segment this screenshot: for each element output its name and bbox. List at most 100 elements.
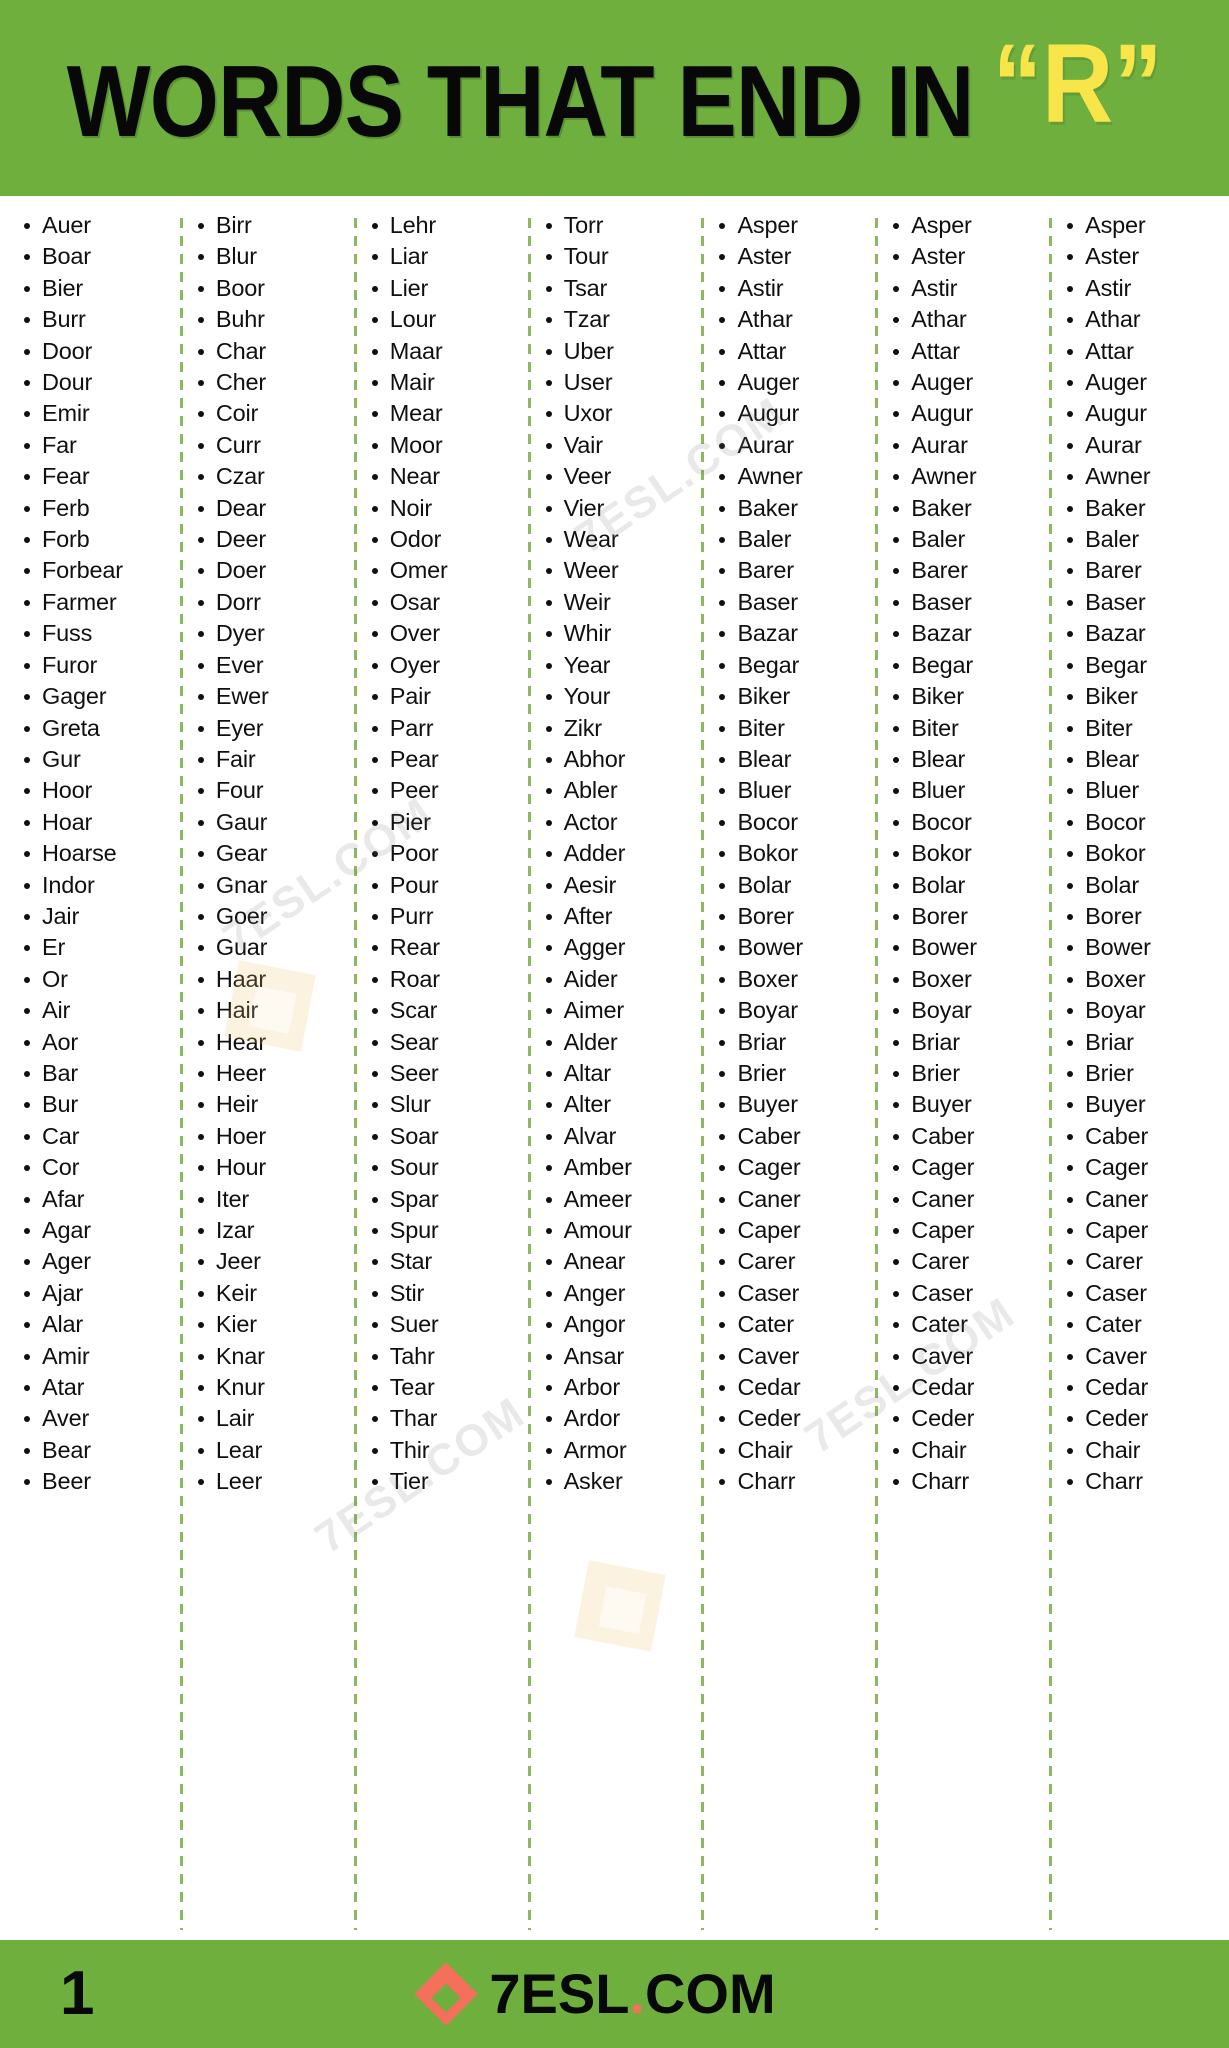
word-list-item: Iter: [194, 1184, 354, 1215]
word-list-item: Omer: [368, 555, 528, 586]
word-list-item: Pier: [368, 807, 528, 838]
word-list-item: Brier: [889, 1058, 1049, 1089]
word-list: Birr Blur Boor Buhr Char Cher Coir Curr Czar Dear…: [194, 210, 354, 1498]
word-list-item: Biter: [889, 713, 1049, 744]
word-column-2: Birr Blur Boor Buhr Char Cher Coir Curr Czar Dear…: [179, 210, 354, 1936]
word-list-item: Cedar: [1063, 1372, 1223, 1403]
word-list-item: Briar: [889, 1027, 1049, 1058]
word-list-item: Aver: [20, 1403, 180, 1434]
word-list-item: Poor: [368, 838, 528, 869]
word-list-item: Actor: [542, 807, 702, 838]
word-list-item: Tsar: [542, 273, 702, 304]
word-list-item: Cager: [1063, 1152, 1223, 1183]
word-list-item: Lour: [368, 304, 528, 335]
word-list-item: Baser: [1063, 587, 1223, 618]
word-list-item: Bazar: [715, 618, 875, 649]
word-list-item: Briar: [1063, 1027, 1223, 1058]
word-list-item: Ever: [194, 650, 354, 681]
word-list-item: Knur: [194, 1372, 354, 1403]
word-list-item: Alar: [20, 1309, 180, 1340]
word-list-item: Atar: [20, 1372, 180, 1403]
word-list-item: Chair: [1063, 1435, 1223, 1466]
word-list-item: Mair: [368, 367, 528, 398]
word-list-item: Ameer: [542, 1184, 702, 1215]
word-list-item: Adder: [542, 838, 702, 869]
word-list-item: Uber: [542, 336, 702, 367]
word-list-item: Charr: [889, 1466, 1049, 1497]
word-list-item: Hoar: [20, 807, 180, 838]
word-list-item: Anear: [542, 1246, 702, 1277]
word-list-item: Asper: [889, 210, 1049, 241]
word-list-item: Bazar: [1063, 618, 1223, 649]
word-list-item: Astir: [889, 273, 1049, 304]
word-list-item: Chair: [715, 1435, 875, 1466]
word-list-item: Gnar: [194, 870, 354, 901]
word-list-item: Bolar: [715, 870, 875, 901]
word-list-item: Fair: [194, 744, 354, 775]
word-list-item: Tier: [368, 1466, 528, 1497]
word-list-item: Athar: [1063, 304, 1223, 335]
word-list-item: Birr: [194, 210, 354, 241]
word-list: Asper Aster Astir Athar Attar Auger Augur Aurar…: [1063, 210, 1223, 1498]
word-list-item: Caber: [889, 1121, 1049, 1152]
word-list-item: Bower: [715, 932, 875, 963]
word-list-item: Borer: [715, 901, 875, 932]
word-list-item: Begar: [1063, 650, 1223, 681]
word-list-item: Spar: [368, 1184, 528, 1215]
word-list-item: Four: [194, 775, 354, 806]
word-list-item: Forb: [20, 524, 180, 555]
word-list-item: Leer: [194, 1466, 354, 1497]
word-list-item: Borer: [1063, 901, 1223, 932]
word-list-item: Osar: [368, 587, 528, 618]
word-list-item: Hour: [194, 1152, 354, 1183]
word-list-item: Chair: [889, 1435, 1049, 1466]
word-list-item: Pour: [368, 870, 528, 901]
word-column-6: Asper Aster Astir Athar Attar Auger Augur Aurar…: [875, 210, 1049, 1936]
word-list-item: Ceder: [715, 1403, 875, 1434]
word-list-item: Er: [20, 932, 180, 963]
word-list-item: Furor: [20, 650, 180, 681]
word-list-item: Biter: [715, 713, 875, 744]
word-list-item: Cater: [1063, 1309, 1223, 1340]
word-list-item: Agar: [20, 1215, 180, 1246]
word-list-item: Anger: [542, 1278, 702, 1309]
word-list-item: Tear: [368, 1372, 528, 1403]
word-list-item: Wear: [542, 524, 702, 555]
word-list-item: Stir: [368, 1278, 528, 1309]
word-list: Asper Aster Astir Athar Attar Auger Augur Aurar…: [889, 210, 1049, 1498]
word-list-item: Ceder: [889, 1403, 1049, 1434]
word-list-item: After: [542, 901, 702, 932]
word-list-item: Hear: [194, 1027, 354, 1058]
word-list-item: Caver: [715, 1341, 875, 1372]
word-list-item: Parr: [368, 713, 528, 744]
word-list-item: Buyer: [715, 1089, 875, 1120]
word-list-item: Awner: [1063, 461, 1223, 492]
word-list-item: Deer: [194, 524, 354, 555]
word-list-item: Hoor: [20, 775, 180, 806]
word-list-item: Blur: [194, 241, 354, 272]
word-list-item: Barer: [889, 555, 1049, 586]
word-list-item: Bazar: [889, 618, 1049, 649]
word-list-item: Brier: [1063, 1058, 1223, 1089]
word-list-item: Alvar: [542, 1121, 702, 1152]
word-list-item: User: [542, 367, 702, 398]
word-list-item: Spur: [368, 1215, 528, 1246]
word-columns-container: 7ESL.COM 7ESL.COM 7ESL.COM 7ESL.COM Auer…: [0, 196, 1229, 1940]
word-list-item: Blear: [1063, 744, 1223, 775]
word-list-item: Vier: [542, 493, 702, 524]
word-list-item: Athar: [715, 304, 875, 335]
word-list-item: Dorr: [194, 587, 354, 618]
word-list-item: Burr: [20, 304, 180, 335]
word-list-item: Lair: [194, 1403, 354, 1434]
word-list-item: Cager: [889, 1152, 1049, 1183]
word-list-item: Aider: [542, 964, 702, 995]
brand-text-prefix: 7ESL: [489, 1962, 630, 2025]
word-list-item: Hoer: [194, 1121, 354, 1152]
word-list-item: Cher: [194, 367, 354, 398]
word-list-item: Dear: [194, 493, 354, 524]
word-list-item: Charr: [1063, 1466, 1223, 1497]
word-list-item: Sear: [368, 1027, 528, 1058]
word-list-item: Peer: [368, 775, 528, 806]
header-title: WORDS THAT END IN “R”: [67, 28, 1163, 154]
word-list-item: Barer: [1063, 555, 1223, 586]
